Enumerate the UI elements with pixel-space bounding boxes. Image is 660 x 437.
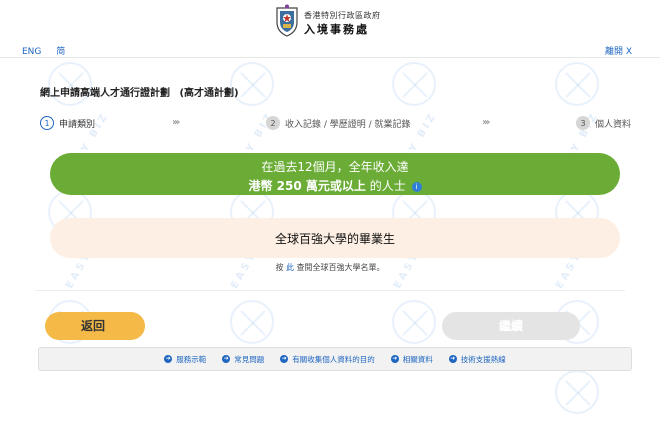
lang-eng-link[interactable]: ENG <box>22 47 41 57</box>
step-3: 3 個人資料 <box>576 116 631 130</box>
step-label: 申請類別 <box>59 119 96 130</box>
department-name: 入境事務處 <box>304 23 369 36</box>
step-label: 收入記錄 / 學歷證明 / 就業記錄 <box>285 119 411 130</box>
footer-link-hotline[interactable]: ➜ 技術支援熱線 <box>448 354 506 365</box>
arrow-circle-icon: ➜ <box>448 355 457 363</box>
step-1: 1 申請類別 <box>40 116 95 130</box>
chevron-right-icon: ››› <box>172 117 181 128</box>
university-list-link[interactable]: 此 <box>286 263 294 272</box>
footer-link-label: 相關資料 <box>402 354 433 364</box>
page-header: 香港特別行政區政府 入境事務處 ENG 简 離開 X <box>0 0 660 58</box>
watermark-logo <box>230 300 274 344</box>
page-title-text: 網上申請高端人才通行證計劃 <box>40 88 170 99</box>
step-2: 2 收入記錄 / 學歷證明 / 就業記錄 <box>266 116 411 130</box>
back-button[interactable]: 返回 <box>45 312 145 340</box>
watermark-logo <box>555 370 599 414</box>
footer-link-label: 有關收集個人資料的目的 <box>292 354 375 364</box>
step-number: 3 <box>576 116 590 130</box>
footer-link-label: 技術支援熱線 <box>460 354 506 364</box>
chevron-right-icon: ››› <box>482 117 491 128</box>
page-title: 網上申請高端人才通行證計劃 (高才通計劃) <box>40 84 239 99</box>
watermark-logo <box>555 62 599 106</box>
note-suffix: 查閱全球百強大學名單。 <box>294 263 385 272</box>
department-line: 香港特別行政區政府 <box>304 11 381 20</box>
step-label: 個人資料 <box>595 119 632 130</box>
lang-simplified-link[interactable]: 简 <box>56 47 65 57</box>
footer-link-privacy[interactable]: ➜ 有關收集個人資料的目的 <box>280 354 375 365</box>
info-icon[interactable]: i <box>411 181 422 192</box>
page-title-sub: (高才通計劃) <box>179 88 239 99</box>
footer-links: ➜ 服務示範 ➜ 常見問題 ➜ 有關收集個人資料的目的 ➜ 相關資料 ➜ 技術支… <box>38 347 632 371</box>
note-prefix: 按 <box>275 263 286 272</box>
university-list-note: 按 此 查閱全球百強大學名單。 <box>0 262 660 273</box>
language-switcher: ENG 简 <box>22 44 77 57</box>
footer-link-demo[interactable]: ➜ 服務示範 <box>164 354 206 365</box>
watermark-logo <box>392 62 436 106</box>
footer-link-faq[interactable]: ➜ 常見問題 <box>222 354 264 365</box>
arrow-circle-icon: ➜ <box>280 355 289 363</box>
leave-button[interactable]: 離開 X <box>605 44 632 57</box>
arrow-circle-icon: ➜ <box>164 355 173 363</box>
footer-link-related[interactable]: ➜ 相關資料 <box>390 354 433 365</box>
income-option-suffix: 的人士 <box>365 179 406 193</box>
income-option-line1: 在過去12個月，全年收入達 <box>261 160 409 174</box>
step-number: 1 <box>40 116 54 130</box>
income-category-option[interactable]: 在過去12個月，全年收入達 港幣 250 萬元或以上 的人士 i <box>50 153 620 195</box>
income-threshold: 港幣 250 萬元或以上 <box>248 179 366 193</box>
step-number: 2 <box>266 116 280 130</box>
progress-stepper: 1 申請類別 ››› 2 收入記錄 / 學歷證明 / 就業記錄 ››› 3 個人… <box>40 116 640 132</box>
graduate-category-option[interactable]: 全球百強大學的畢業生 <box>50 218 620 258</box>
continue-button[interactable]: 繼續 <box>442 312 580 340</box>
divider <box>35 290 625 291</box>
footer-link-label: 服務示範 <box>176 354 207 364</box>
arrow-circle-icon: ➜ <box>390 355 399 363</box>
arrow-circle-icon: ➜ <box>222 355 231 363</box>
graduate-option-label: 全球百強大學的畢業生 <box>274 232 395 246</box>
watermark-logo <box>392 300 436 344</box>
footer-link-label: 常見問題 <box>234 354 265 364</box>
income-option-line2: 港幣 250 萬元或以上 的人士 i <box>50 177 620 194</box>
government-emblem-icon <box>276 4 298 37</box>
